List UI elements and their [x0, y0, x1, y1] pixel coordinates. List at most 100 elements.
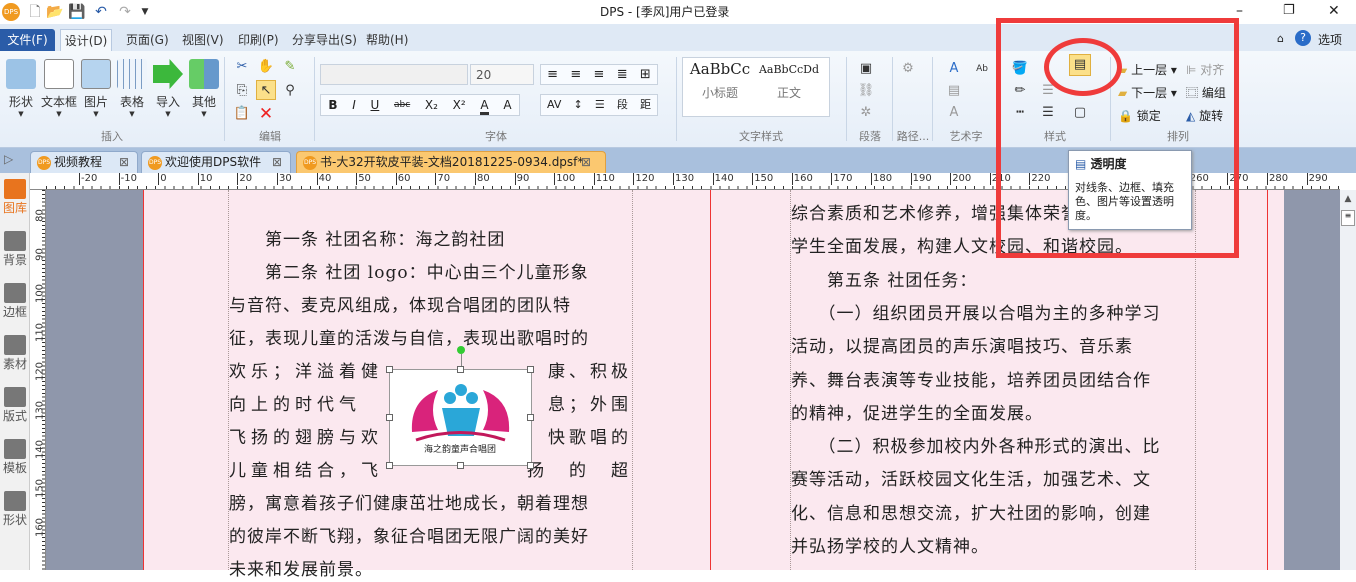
strikethrough-button[interactable]: abc — [394, 95, 410, 115]
restore-button[interactable]: ❐ — [1283, 3, 1295, 18]
ruler-tick-label: 140 — [34, 439, 46, 460]
sidebar-item[interactable]: 模板 — [0, 439, 30, 476]
insert-picture-button[interactable]: 图片 ▼ — [80, 59, 112, 118]
open-folder-icon[interactable]: 📂 — [46, 3, 64, 21]
doc-tab-video-tutorial[interactable]: DPS 视频教程 ⊠ — [30, 151, 138, 173]
doc-tab-active-document[interactable]: DPS 书-大32开软皮平装-文档20181225-0934.dpsf* ⊠ — [296, 151, 606, 173]
sidebar-item[interactable]: 素材 — [0, 335, 30, 372]
resize-handle-nw[interactable] — [386, 366, 393, 373]
help-icon[interactable]: ? — [1295, 30, 1311, 46]
other-button[interactable]: 其他 ▼ — [188, 59, 220, 118]
line-spacing-icon[interactable]: ↕ — [574, 95, 583, 115]
vertical-scrollbar[interactable]: ▲ ≡ — [1340, 190, 1356, 570]
font-size-select[interactable]: 20 — [470, 64, 534, 85]
bold-button[interactable]: B — [328, 95, 337, 115]
tab-design[interactable]: 设计(D) — [60, 29, 112, 51]
group-label-font: 字体 — [485, 130, 507, 143]
style-body[interactable]: AaBbCcDd 正文 — [757, 60, 821, 101]
resize-handle-s[interactable] — [457, 462, 464, 469]
table-icon — [117, 59, 147, 89]
subscript-button[interactable]: X₂ — [425, 95, 438, 115]
insert-textbox-button[interactable]: 文本框 ▼ — [40, 59, 78, 118]
resize-handle-e[interactable] — [527, 414, 534, 421]
redo-icon[interactable]: ↷ — [116, 3, 134, 21]
scroll-up-icon[interactable]: ▲ — [1340, 194, 1356, 204]
italic-button[interactable]: I — [352, 95, 356, 115]
underline-button[interactable]: U — [371, 95, 380, 115]
ruler-tick-label: 110 — [34, 322, 46, 343]
copy-icon[interactable]: ⎘ — [232, 81, 252, 101]
tab-share-export[interactable]: 分享导出(S) — [292, 29, 357, 51]
minimize-button[interactable]: – — [1236, 3, 1243, 19]
align-center-icon[interactable]: ≡ — [570, 65, 581, 84]
resize-handle-se[interactable] — [527, 462, 534, 469]
sidebar-item-icon — [4, 491, 26, 511]
doc-tab-welcome[interactable]: DPS 欢迎使用DPS软件 ⊠ — [141, 151, 291, 173]
font-color-button[interactable]: A — [480, 95, 489, 115]
art-text-shadow-icon[interactable]: A — [944, 103, 964, 123]
unlink-icon[interactable]: ✲ — [856, 103, 876, 123]
undo-icon[interactable]: ↶ — [92, 3, 110, 21]
art-text-icon[interactable]: A — [944, 59, 964, 79]
text-line: 第一条 社团名称：海之韵社团 — [229, 228, 632, 252]
new-file-icon[interactable]: 🗋 — [26, 3, 44, 21]
close-tab-icon[interactable]: ⊠ — [119, 152, 129, 172]
sidebar-item[interactable]: 版式 — [0, 387, 30, 424]
ruler-tick-label: 120 — [34, 361, 46, 382]
insert-table-button[interactable]: 表格 ▼ — [116, 59, 148, 118]
tab-print[interactable]: 印刷(P) — [238, 29, 279, 51]
text-highlight-button[interactable]: A — [503, 95, 511, 115]
scroll-thumb[interactable]: ≡ — [1341, 210, 1355, 226]
list-icon[interactable]: ☰ — [595, 95, 605, 115]
text-direction-icon[interactable]: Ab — [972, 59, 992, 79]
font-name-select[interactable] — [320, 64, 468, 85]
align-left-icon[interactable]: ≡ — [547, 65, 558, 84]
paste-icon[interactable]: 📋 — [232, 104, 252, 124]
resize-handle-n[interactable] — [457, 366, 464, 373]
justify-icon[interactable]: ≣ — [617, 65, 628, 84]
save-icon[interactable]: 💾 — [68, 3, 86, 21]
style-subtitle[interactable]: AaBbCc 小标题 — [685, 60, 755, 101]
spacing-button[interactable]: 距 — [640, 95, 651, 115]
ruler-tick-label: 280 — [1267, 173, 1289, 185]
sidebar-item[interactable]: 边框 — [0, 283, 30, 320]
tab-view[interactable]: 视图(V) — [182, 29, 224, 51]
selected-image[interactable]: 海之韵童声合唱团 — [386, 346, 534, 469]
resize-handle-sw[interactable] — [386, 462, 393, 469]
tab-page[interactable]: 页面(G) — [126, 29, 169, 51]
superscript-button[interactable]: X² — [453, 95, 466, 115]
close-tab-icon[interactable]: ⊠ — [581, 152, 591, 172]
art-text-effect-icon[interactable]: ▤ — [944, 81, 964, 101]
file-menu-button[interactable]: 文件(F) — [0, 29, 55, 51]
cut-icon[interactable]: ✂ — [232, 57, 252, 77]
paragraph-button[interactable]: 段 — [617, 95, 628, 115]
rotate-handle[interactable] — [457, 346, 465, 354]
char-spacing-icon[interactable]: AV — [547, 95, 561, 115]
ruler-tick-label: 20 — [237, 173, 253, 185]
options-button[interactable]: 选项 — [1318, 31, 1342, 48]
sidebar-item[interactable]: 图库 — [0, 179, 30, 216]
tab-scroll-icon[interactable]: ▷ — [4, 152, 13, 166]
close-tab-icon[interactable]: ⊠ — [272, 152, 282, 172]
close-button[interactable]: ✕ — [1328, 3, 1340, 19]
import-button[interactable]: 导入 ▼ — [152, 59, 184, 118]
sidebar-item[interactable]: 形状 — [0, 491, 30, 528]
resize-handle-ne[interactable] — [527, 366, 534, 373]
magic-wand-icon[interactable]: ⚲ — [280, 81, 300, 101]
format-painter-icon[interactable]: ✎ — [280, 57, 300, 77]
insert-shape-button[interactable]: 形状 ▼ — [4, 59, 38, 118]
distribute-icon[interactable]: ⊞ — [640, 65, 651, 84]
delete-icon[interactable]: ✕ — [256, 104, 276, 124]
text-frame-icon[interactable]: ▣ — [856, 59, 876, 79]
link-icon[interactable]: ⛓ — [856, 81, 876, 101]
sidebar-item[interactable]: 背景 — [0, 231, 30, 268]
path-icon[interactable]: ⚙ — [898, 59, 918, 79]
align-right-icon[interactable]: ≡ — [594, 65, 605, 84]
ruler-tick-label: 70 — [435, 173, 451, 185]
resize-handle-w[interactable] — [386, 414, 393, 421]
collapse-ribbon-icon[interactable]: ⌂ — [1277, 32, 1284, 45]
select-pointer-icon[interactable]: ↖ — [256, 80, 276, 100]
pan-hand-icon[interactable]: ✋ — [256, 57, 276, 77]
tab-help[interactable]: 帮助(H) — [366, 29, 408, 51]
customize-dropdown-icon[interactable]: ▼ — [136, 3, 154, 21]
